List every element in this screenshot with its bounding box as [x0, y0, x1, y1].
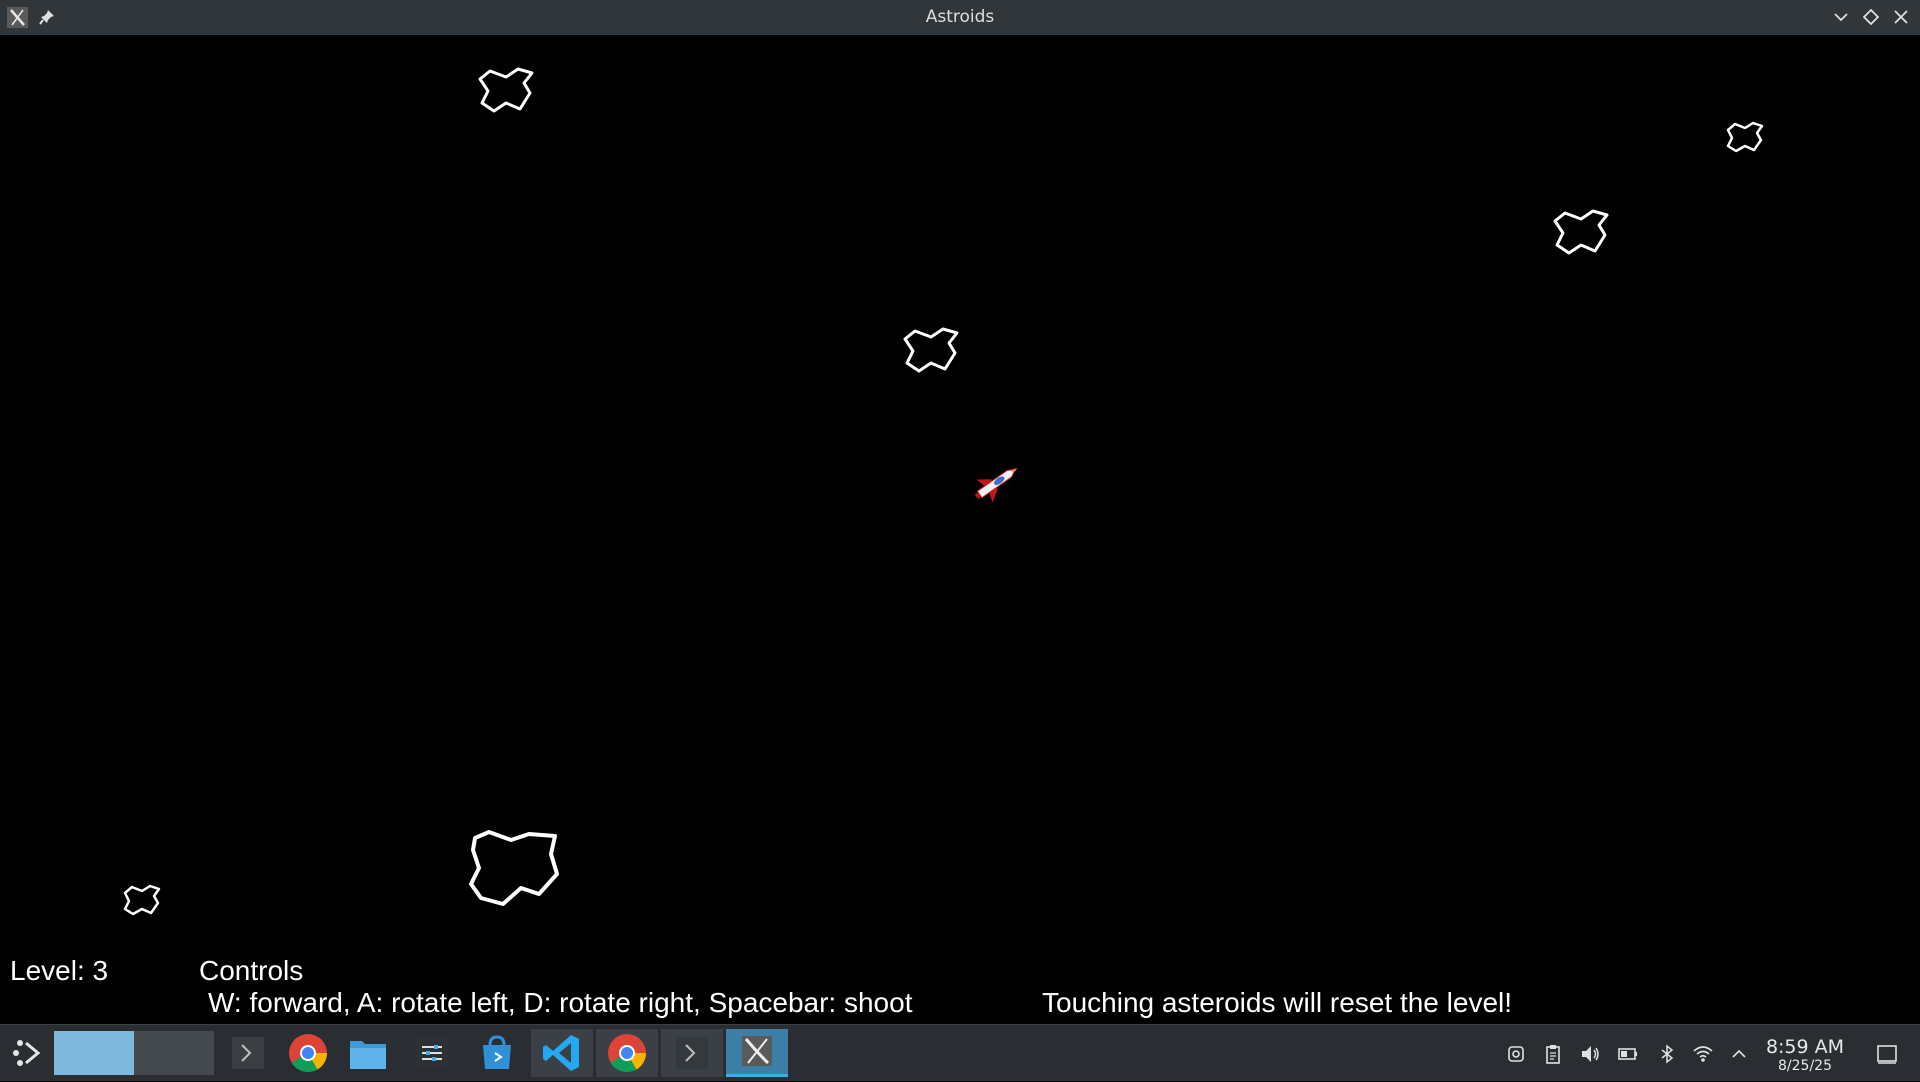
controls-text: W: forward, A: rotate left, D: rotate ri…: [208, 987, 913, 1018]
level-indicator: Level: 3: [10, 955, 109, 986]
window-titlebar: Astroids: [0, 0, 1920, 35]
virtual-desktop-2[interactable]: [134, 1031, 214, 1075]
chrome-icon[interactable]: [596, 1029, 658, 1077]
volume-icon[interactable]: [1579, 1043, 1601, 1065]
controls-heading: Controls: [199, 955, 304, 986]
clock-time: 8:59 AM: [1765, 1036, 1845, 1058]
warning-text: Touching asteroids will reset the level!: [1042, 987, 1513, 1018]
game-canvas[interactable]: Level: 3 Controls W: forward, A: rotate …: [0, 35, 1920, 1024]
spaceship: [974, 468, 1018, 503]
vscode-icon[interactable]: [531, 1029, 593, 1077]
terminal-icon[interactable]: [228, 1029, 268, 1077]
asteroid: [1726, 121, 1764, 153]
screenshot-icon[interactable]: [1505, 1043, 1527, 1065]
x-window-app-icon[interactable]: [726, 1029, 788, 1077]
file-manager-icon[interactable]: [346, 1029, 390, 1077]
show-desktop-icon[interactable]: [1876, 1043, 1898, 1065]
wifi-icon[interactable]: [1692, 1043, 1714, 1065]
asteroid: [469, 830, 559, 906]
application-launcher-icon[interactable]: [8, 1029, 48, 1077]
terminal-icon[interactable]: [661, 1029, 723, 1077]
minimize-button[interactable]: [1832, 8, 1850, 26]
digital-clock[interactable]: 8:59 AM 8/25/25: [1760, 1036, 1850, 1075]
asteroid: [903, 327, 959, 373]
taskbar: 8:59 AM 8/25/25: [0, 1024, 1920, 1081]
asteroid: [478, 67, 534, 113]
window-title: Astroids: [925, 7, 995, 27]
chrome-icon[interactable]: [286, 1029, 330, 1077]
close-button[interactable]: [1892, 8, 1910, 26]
virtual-desktop-1[interactable]: [54, 1031, 134, 1075]
virtual-desktop-pager[interactable]: [54, 1031, 214, 1075]
system-settings-icon[interactable]: [410, 1029, 454, 1077]
clipboard-icon[interactable]: [1542, 1043, 1564, 1065]
battery-icon[interactable]: [1617, 1043, 1639, 1065]
chevron-up-icon[interactable]: [1728, 1043, 1750, 1065]
clock-date: 8/25/25: [1778, 1058, 1832, 1074]
bluetooth-icon[interactable]: [1656, 1043, 1678, 1065]
asteroid: [123, 884, 161, 916]
software-store-icon[interactable]: [475, 1029, 519, 1077]
asteroid: [1553, 209, 1609, 255]
maximize-button[interactable]: [1862, 8, 1880, 26]
